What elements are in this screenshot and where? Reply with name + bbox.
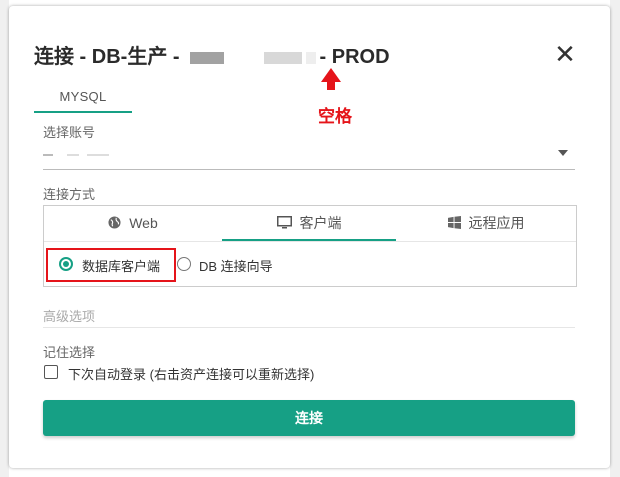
radio-db-wizard[interactable]	[177, 257, 191, 271]
remember-label: 记住选择	[43, 345, 96, 360]
auto-login-checkbox[interactable]	[44, 365, 58, 379]
tab-divider	[44, 241, 576, 242]
monitor-icon	[276, 207, 292, 242]
tab-remote-app-label: 远程应用	[468, 215, 525, 231]
redacted-text	[43, 154, 53, 156]
account-label: 选择账号	[43, 125, 96, 140]
redacted-text	[189, 51, 224, 64]
tab-client[interactable]: 客户端	[222, 206, 396, 241]
globe-icon	[108, 207, 121, 242]
radio-db-client-label[interactable]: 数据库客户端	[82, 256, 160, 275]
annotation-label: 空格	[318, 107, 352, 126]
connect-dialog: 连接 - DB-生产 -- PROD ✕ 空格 MYSQL 选择账号 连接方式 …	[9, 6, 610, 468]
tab-remote-app[interactable]: 远程应用	[396, 206, 576, 241]
background-left	[0, 0, 9, 477]
connection-label: 连接方式	[43, 187, 96, 202]
tab-web[interactable]: Web	[44, 206, 222, 241]
tab-mysql[interactable]: MYSQL	[34, 83, 132, 113]
advanced-options-toggle[interactable]: 高级选项	[43, 306, 95, 325]
divider	[43, 327, 575, 328]
radio-db-client[interactable]	[59, 257, 73, 271]
auto-login-checkbox-label[interactable]: 下次自动登录 (右击资产连接可以重新选择)	[68, 364, 314, 383]
dialog-title-prefix: 连接 - DB-生产 -	[34, 46, 180, 68]
redacted-text	[263, 51, 302, 64]
radio-db-wizard-label[interactable]: DB 连接向导	[199, 256, 273, 275]
redacted-text	[87, 154, 109, 156]
redacted-text	[305, 51, 316, 64]
account-select-underline	[43, 169, 575, 170]
connect-button[interactable]: 连接	[43, 400, 575, 436]
windows-icon	[447, 207, 461, 242]
chevron-down-icon[interactable]	[558, 150, 568, 156]
tab-web-label: Web	[129, 215, 158, 231]
background-right	[610, 0, 620, 477]
redacted-text	[67, 154, 79, 156]
dialog-title-suffix: - PROD	[319, 46, 390, 68]
dialog-title: 连接 - DB-生产 - - PROD	[34, 40, 390, 69]
tab-client-label: 客户端	[299, 215, 342, 231]
connection-method-panel: Web 客户端 远程应用 数据库客户端 DB 连接向导	[43, 205, 577, 287]
annotation-arrow-stem	[327, 80, 335, 90]
close-icon[interactable]: ✕	[554, 41, 576, 67]
